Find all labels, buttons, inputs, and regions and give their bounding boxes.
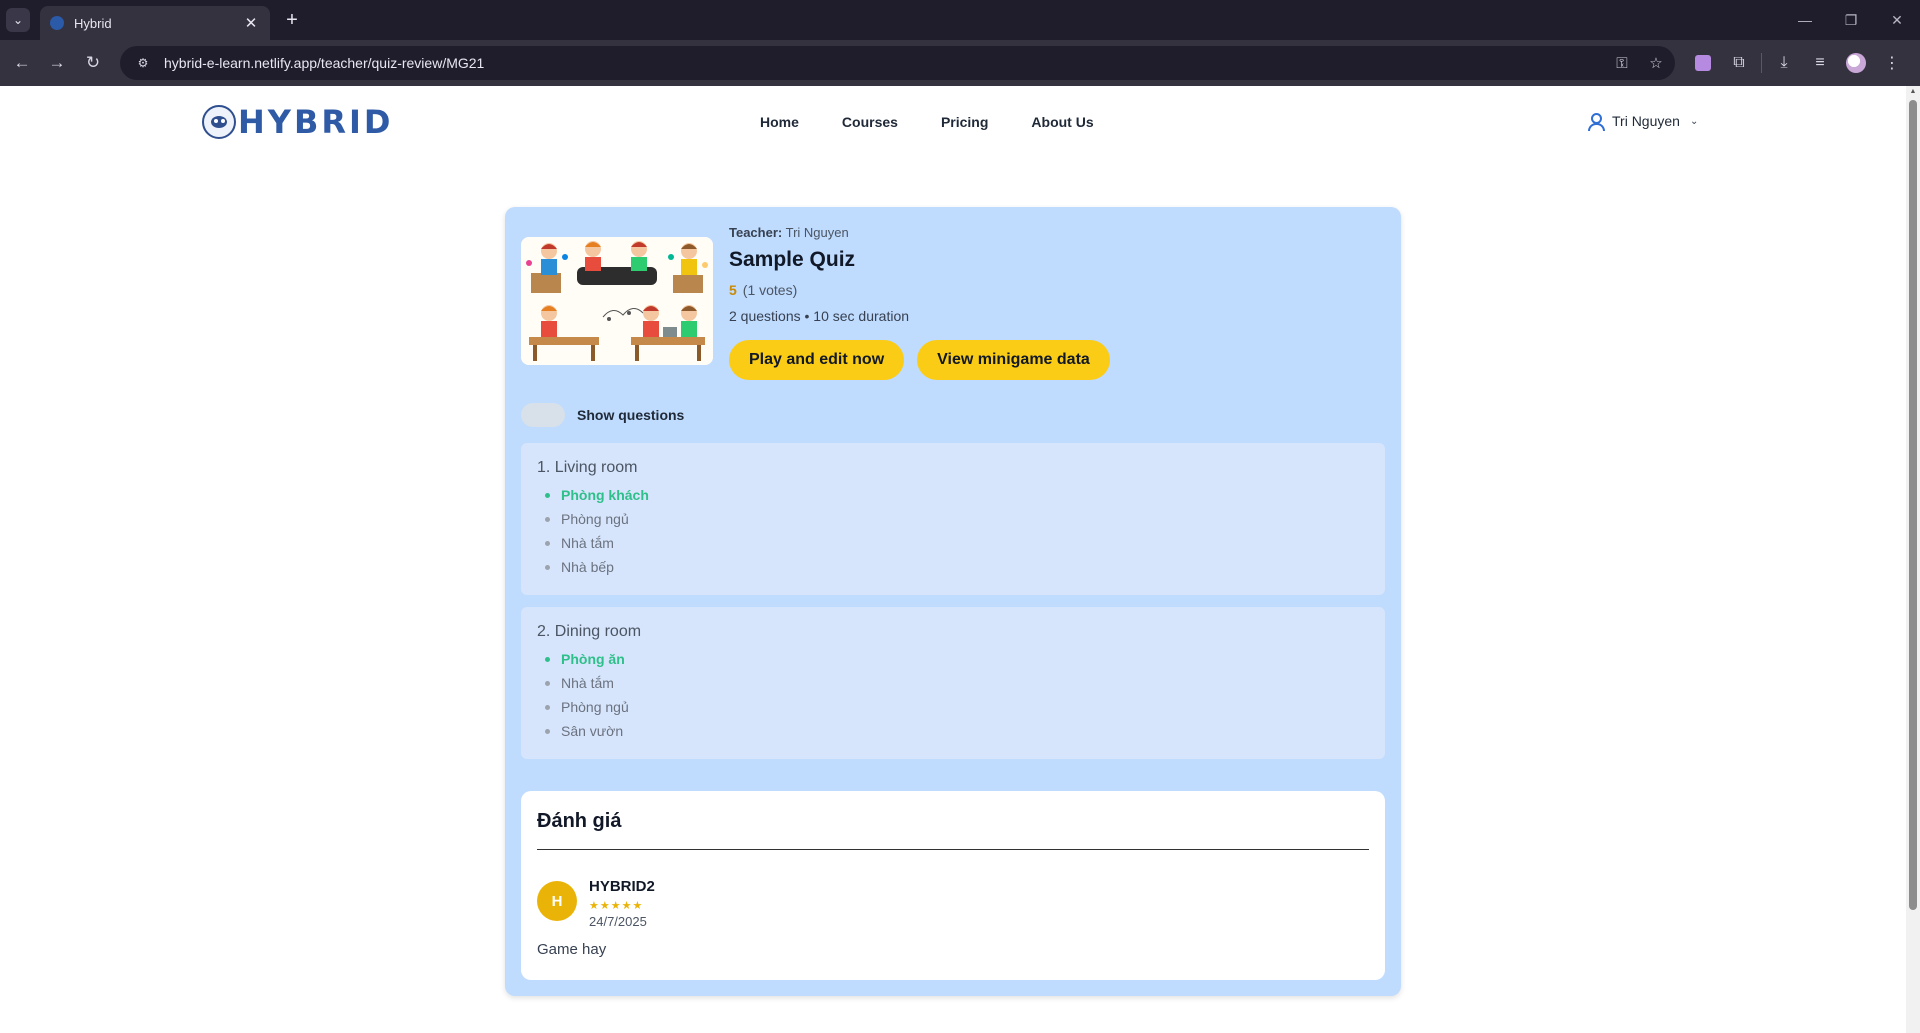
- window-controls: — ❐ ✕: [1782, 0, 1920, 40]
- close-tab-icon[interactable]: ✕: [242, 14, 260, 32]
- kids-learning-illustration: [521, 237, 713, 365]
- view-minigame-data-button[interactable]: View minigame data: [917, 340, 1110, 380]
- answer-option: Nhà bếp: [537, 555, 1369, 579]
- window-close-icon[interactable]: ✕: [1874, 0, 1920, 40]
- user-name: Tri Nguyen: [1612, 113, 1680, 129]
- page-viewport: HYBRID Home Courses Pricing About Us Tri…: [0, 86, 1906, 1033]
- answer-option: Phòng ngủ: [537, 507, 1369, 531]
- reading-list-icon[interactable]: ≡: [1802, 48, 1838, 78]
- user-icon: [1586, 112, 1605, 131]
- tab-title: Hybrid: [74, 15, 112, 31]
- quiz-review-card: Teacher: Tri Nguyen Sample Quiz 5 (1 vote…: [505, 207, 1401, 996]
- question-block-2: 2. Dining room Phòng ăn Nhà tắm Phòng ng…: [521, 607, 1385, 759]
- tab-favicon-icon: [50, 16, 64, 30]
- chevron-down-icon: ⌄: [1689, 115, 1699, 127]
- main-nav: Home Courses Pricing About Us: [760, 114, 1137, 130]
- question-block-1: 1. Living room Phòng khách Phòng ngủ Nhà…: [521, 443, 1385, 595]
- rating-value: 5: [729, 282, 737, 298]
- nav-courses[interactable]: Courses: [842, 114, 898, 130]
- nav-home[interactable]: Home: [760, 114, 799, 130]
- teacher-line: Teacher: Tri Nguyen: [729, 225, 909, 240]
- quiz-title: Sample Quiz: [729, 248, 856, 271]
- extensions-area: ⧉ ⤓ ≡ ⋮: [1685, 48, 1910, 78]
- rating-line: 5 (1 votes): [729, 282, 909, 298]
- restore-icon[interactable]: ❐: [1828, 0, 1874, 40]
- answer-option: Nhà tắm: [537, 531, 1369, 555]
- browser-tab-bar: ⌄ Hybrid ✕ + — ❐ ✕: [0, 0, 1920, 40]
- action-buttons: Play and edit now View minigame data: [729, 340, 1123, 380]
- show-questions-toggle[interactable]: [521, 403, 565, 427]
- answer-option: Nhà tắm: [537, 671, 1369, 695]
- bookmark-star-icon[interactable]: ☆: [1641, 48, 1671, 78]
- site-header: HYBRID Home Courses Pricing About Us Tri…: [0, 86, 1906, 150]
- teacher-name: Tri Nguyen: [785, 225, 849, 240]
- reload-icon[interactable]: ↻: [81, 51, 105, 75]
- back-arrow-icon[interactable]: ←: [10, 51, 34, 75]
- answer-correct: Phòng ăn: [537, 647, 1369, 671]
- review-item: H HYBRID2 ★★★★★ 24/7/2025: [537, 878, 1369, 929]
- play-and-edit-button[interactable]: Play and edit now: [729, 340, 905, 380]
- logo-mascot-icon: [202, 105, 236, 139]
- quiz-info: Teacher: Tri Nguyen Sample Quiz 5 (1 vote…: [729, 225, 909, 324]
- logo-text: HYBRID: [238, 103, 394, 141]
- forward-arrow-icon[interactable]: →: [45, 51, 69, 75]
- reviews-heading: Đánh giá: [537, 791, 1369, 850]
- minimize-icon[interactable]: —: [1782, 0, 1828, 40]
- answer-list: Phòng ăn Nhà tắm Phòng ngủ Sân vườn: [537, 647, 1369, 743]
- votes-count: (1 votes): [742, 282, 798, 298]
- extension-purple-icon[interactable]: [1685, 48, 1721, 78]
- profile-avatar-icon[interactable]: [1838, 48, 1874, 78]
- reviewer-name: HYBRID2: [589, 878, 655, 895]
- new-tab-plus-icon[interactable]: +: [280, 8, 304, 32]
- toolbar-divider: [1761, 53, 1762, 73]
- review-date: 24/7/2025: [589, 914, 647, 929]
- scrollbar-thumb[interactable]: [1909, 100, 1917, 910]
- browser-menu-icon[interactable]: ⋮: [1874, 48, 1910, 78]
- address-bar[interactable]: ⚙ hybrid-e-learn.netlify.app/teacher/qui…: [120, 46, 1675, 80]
- show-questions-row: Show questions: [521, 403, 684, 427]
- reviews-section: Đánh giá H HYBRID2 ★★★★★ 24/7/2025 Game …: [521, 791, 1385, 980]
- question-title: 2. Dining room: [537, 623, 642, 640]
- browser-toolbar: ← → ↻ ⚙ hybrid-e-learn.netlify.app/teach…: [0, 40, 1920, 86]
- downloads-icon[interactable]: ⤓: [1766, 48, 1802, 78]
- review-meta: HYBRID2 ★★★★★ 24/7/2025: [589, 878, 655, 929]
- review-stars-icon: ★★★★★: [589, 900, 644, 912]
- answer-list: Phòng khách Phòng ngủ Nhà tắm Nhà bếp: [537, 483, 1369, 579]
- site-logo[interactable]: HYBRID: [202, 104, 393, 140]
- teacher-label: Teacher:: [729, 225, 783, 240]
- review-comment: Game hay: [537, 941, 607, 958]
- site-info-icon[interactable]: ⚙: [132, 52, 154, 74]
- reviewer-avatar: H: [537, 881, 577, 921]
- nav-about-us[interactable]: About Us: [1031, 114, 1093, 130]
- show-questions-label: Show questions: [577, 407, 685, 423]
- quiz-cover-image: [521, 237, 713, 365]
- quiz-meta: 2 questions • 10 sec duration: [729, 308, 910, 324]
- nav-pricing[interactable]: Pricing: [941, 114, 988, 130]
- tab-search-chevron-icon[interactable]: ⌄: [6, 8, 30, 32]
- question-title: 1. Living room: [537, 459, 638, 476]
- answer-option: Sân vườn: [537, 719, 1369, 743]
- password-key-icon[interactable]: ⚿: [1607, 48, 1637, 78]
- address-url[interactable]: hybrid-e-learn.netlify.app/teacher/quiz-…: [164, 55, 1607, 71]
- answer-correct: Phòng khách: [537, 483, 1369, 507]
- page-scrollbar[interactable]: ▲: [1906, 86, 1920, 1033]
- browser-tab[interactable]: Hybrid ✕: [40, 6, 270, 40]
- scroll-up-arrow-icon[interactable]: ▲: [1909, 88, 1917, 96]
- user-menu[interactable]: Tri Nguyen ⌄: [1586, 112, 1699, 131]
- answer-option: Phòng ngủ: [537, 695, 1369, 719]
- extensions-puzzle-icon[interactable]: ⧉: [1721, 48, 1757, 78]
